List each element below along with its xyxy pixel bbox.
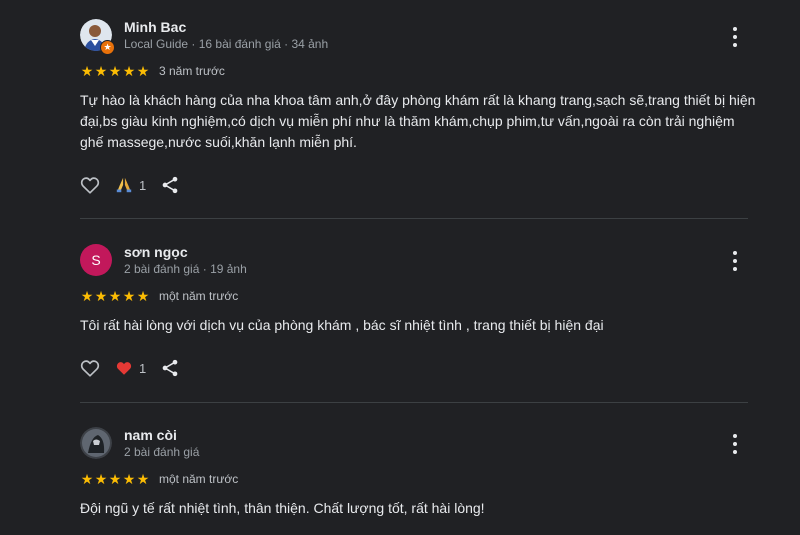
star-rating: ★ ★ ★ ★ ★ — [80, 472, 150, 486]
reaction-summary[interactable]: 1 — [115, 359, 160, 377]
star-icon: ★ — [136, 288, 150, 304]
review-author-meta: Local Guide · 16 bài đánh giá · 34 ảnh — [124, 37, 329, 51]
red-heart-icon — [116, 362, 132, 375]
star-icon: ★ — [94, 63, 108, 79]
heart-outline-icon — [80, 360, 100, 377]
star-icon: ★ — [108, 63, 122, 79]
star-icon: ★ — [122, 288, 136, 304]
review-author-meta: 2 bài đánh giá — [124, 445, 200, 459]
review-author[interactable]: sơn ngọc — [124, 244, 188, 260]
star-icon: ★ — [136, 63, 150, 79]
review-text: Đội ngũ y tế rất nhiệt tình, thân thiện.… — [80, 500, 485, 516]
share-button[interactable] — [160, 358, 180, 378]
review-author-meta: 2 bài đánh giá · 19 ảnh — [124, 262, 247, 276]
reaction-summary[interactable]: 1 — [115, 176, 160, 194]
star-icon: ★ — [80, 63, 94, 79]
review-divider — [80, 402, 748, 403]
star-rating: ★ ★ ★ ★ ★ — [80, 64, 150, 78]
share-icon — [162, 176, 178, 194]
reaction-count: 1 — [139, 360, 147, 376]
heart-outline-icon — [80, 177, 100, 194]
review-time: một năm trước — [159, 289, 239, 303]
review-text: Tự hào là khách hàng của nha khoa tâm an… — [80, 92, 756, 150]
like-button[interactable] — [79, 174, 101, 196]
folded-hands-icon — [116, 177, 132, 193]
more-options-icon[interactable] — [728, 27, 742, 47]
review-author[interactable]: nam còi — [124, 427, 177, 443]
star-icon: ★ — [94, 471, 108, 487]
share-button[interactable] — [160, 175, 180, 195]
review-divider — [80, 218, 748, 219]
avatar[interactable]: S — [80, 244, 112, 276]
star-icon: ★ — [80, 288, 94, 304]
rating-row: ★ ★ ★ ★ ★ một năm trước — [80, 472, 239, 486]
review-time: một năm trước — [159, 472, 239, 486]
star-icon: ★ — [122, 471, 136, 487]
review-author[interactable]: Minh Bac — [124, 19, 186, 35]
avatar[interactable] — [80, 427, 112, 459]
review-text: Tôi rất hài lòng với dịch vụ của phòng k… — [80, 317, 604, 333]
rating-row: ★ ★ ★ ★ ★ một năm trước — [80, 289, 239, 303]
local-guide-badge-icon: ★ — [100, 40, 115, 55]
share-icon — [162, 359, 178, 377]
star-rating: ★ ★ ★ ★ ★ — [80, 289, 150, 303]
star-icon: ★ — [80, 471, 94, 487]
rating-row: ★ ★ ★ ★ ★ 3 năm trước — [80, 64, 225, 78]
review-actions: 1 — [79, 357, 180, 379]
star-icon: ★ — [94, 288, 108, 304]
reaction-count: 1 — [139, 177, 147, 193]
star-icon: ★ — [108, 471, 122, 487]
review-actions: 1 — [79, 174, 180, 196]
like-button[interactable] — [79, 357, 101, 379]
star-icon: ★ — [108, 288, 122, 304]
more-options-icon[interactable] — [728, 251, 742, 271]
star-icon: ★ — [122, 63, 136, 79]
more-options-icon[interactable] — [728, 434, 742, 454]
review-time: 3 năm trước — [159, 64, 225, 78]
star-icon: ★ — [136, 471, 150, 487]
